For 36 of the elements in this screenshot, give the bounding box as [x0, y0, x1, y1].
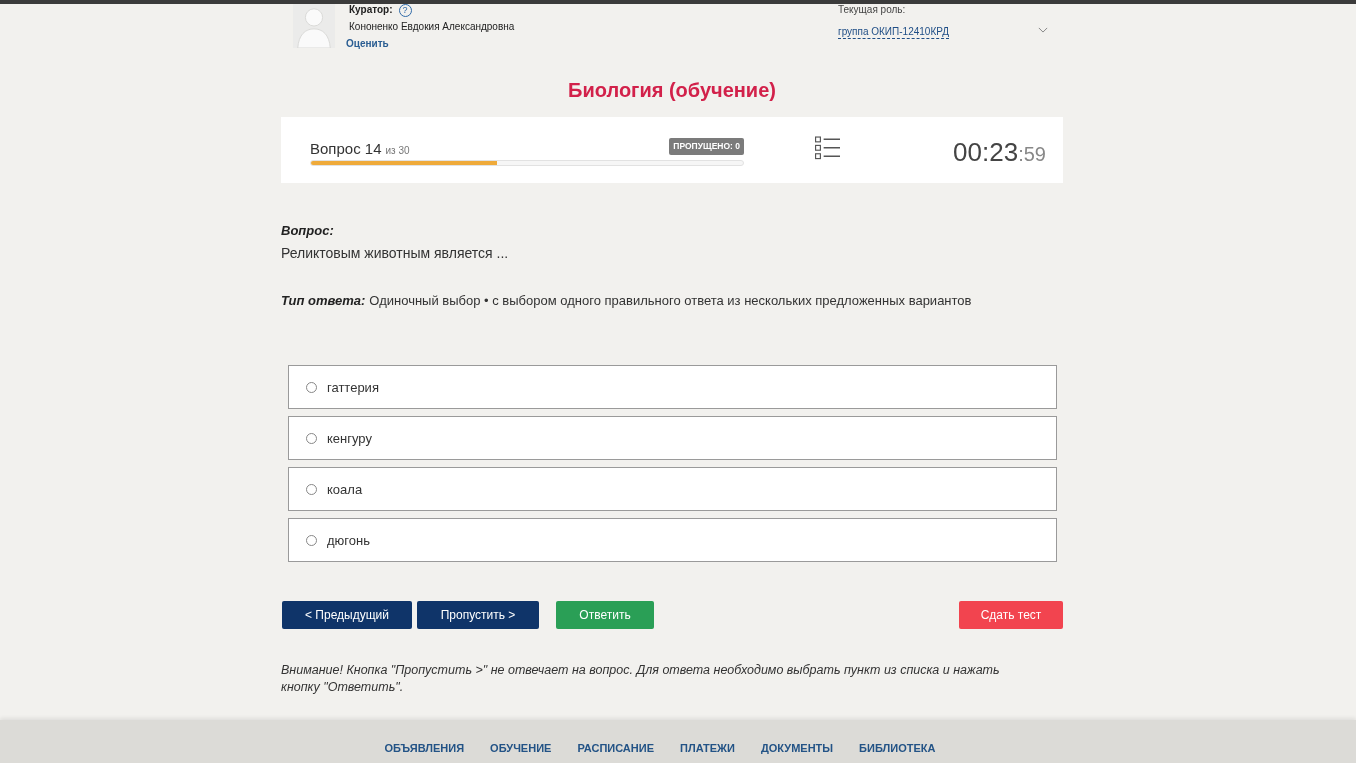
footer-nav-link[interactable]: ДОКУМЕНТЫ — [760, 742, 834, 755]
question-number: Вопрос 14 — [310, 140, 382, 158]
footer-nav-link[interactable]: ОБЪЯВЛЕНИЯ — [384, 742, 465, 755]
rate-link[interactable]: Оценить — [346, 37, 389, 50]
option-label: коала — [327, 481, 363, 497]
footer-nav-link[interactable]: ОБУЧЕНИЕ — [490, 742, 552, 755]
footer-nav-link[interactable]: ПЛАТЕЖИ — [680, 742, 735, 755]
footer-nav-link[interactable]: РАСПИСАНИЕ — [577, 742, 654, 755]
footer-nav-link[interactable]: БИБЛИОТЕКА — [859, 742, 936, 755]
question-total: из 30 — [385, 145, 410, 156]
page-title: Биология (обучение) — [567, 78, 777, 102]
answer-option[interactable]: дюгонь — [288, 518, 1057, 562]
nav-button[interactable]: Пропустить > — [417, 601, 539, 629]
skipped-count-badge: ПРОПУЩЕНО: 0 — [669, 138, 744, 155]
option-label: дюгонь — [327, 532, 370, 548]
option-label: кенгуру — [327, 430, 372, 446]
curator-label: Куратор: — [349, 4, 393, 16]
countdown-timer: 00:23:59 — [953, 137, 1046, 167]
curator-name: Кононенко Евдокия Александровна — [349, 20, 516, 33]
question-text: Реликтовым животным является ... — [281, 244, 510, 262]
role-dropdown[interactable]: группа ОКИП-12410КРД — [838, 24, 1050, 40]
notice-text: Внимание! Кнопка "Пропустить >" не отвечает на вопрос. Для ответа необходимо выбрать пункт из списка и нажать кнопку "Ответить". — [281, 662, 1001, 696]
answer-type-label: Тип ответа: — [281, 293, 366, 309]
nav-button[interactable]: < Предыдущий — [282, 601, 412, 629]
answer-option[interactable]: кенгуру — [288, 416, 1057, 460]
submit-test-button[interactable]: Сдать тест — [959, 601, 1063, 629]
answer-option[interactable]: коала — [288, 467, 1057, 511]
answer-option[interactable]: гаттерия — [288, 365, 1057, 409]
answer-button[interactable]: Ответить — [556, 601, 654, 629]
question-label: Вопрос: — [281, 223, 335, 239]
option-label: гаттерия — [327, 379, 379, 395]
role-label: Текущая роль: — [838, 4, 907, 15]
answer-type-text: Одиночный выбор • с выбором одного правильного ответа из нескольких предложенных вариантов — [369, 293, 972, 309]
avatar-silhouette-icon — [292, 4, 336, 48]
chevron-down-icon — [1038, 27, 1048, 33]
question-list-icon[interactable] — [815, 136, 840, 160]
